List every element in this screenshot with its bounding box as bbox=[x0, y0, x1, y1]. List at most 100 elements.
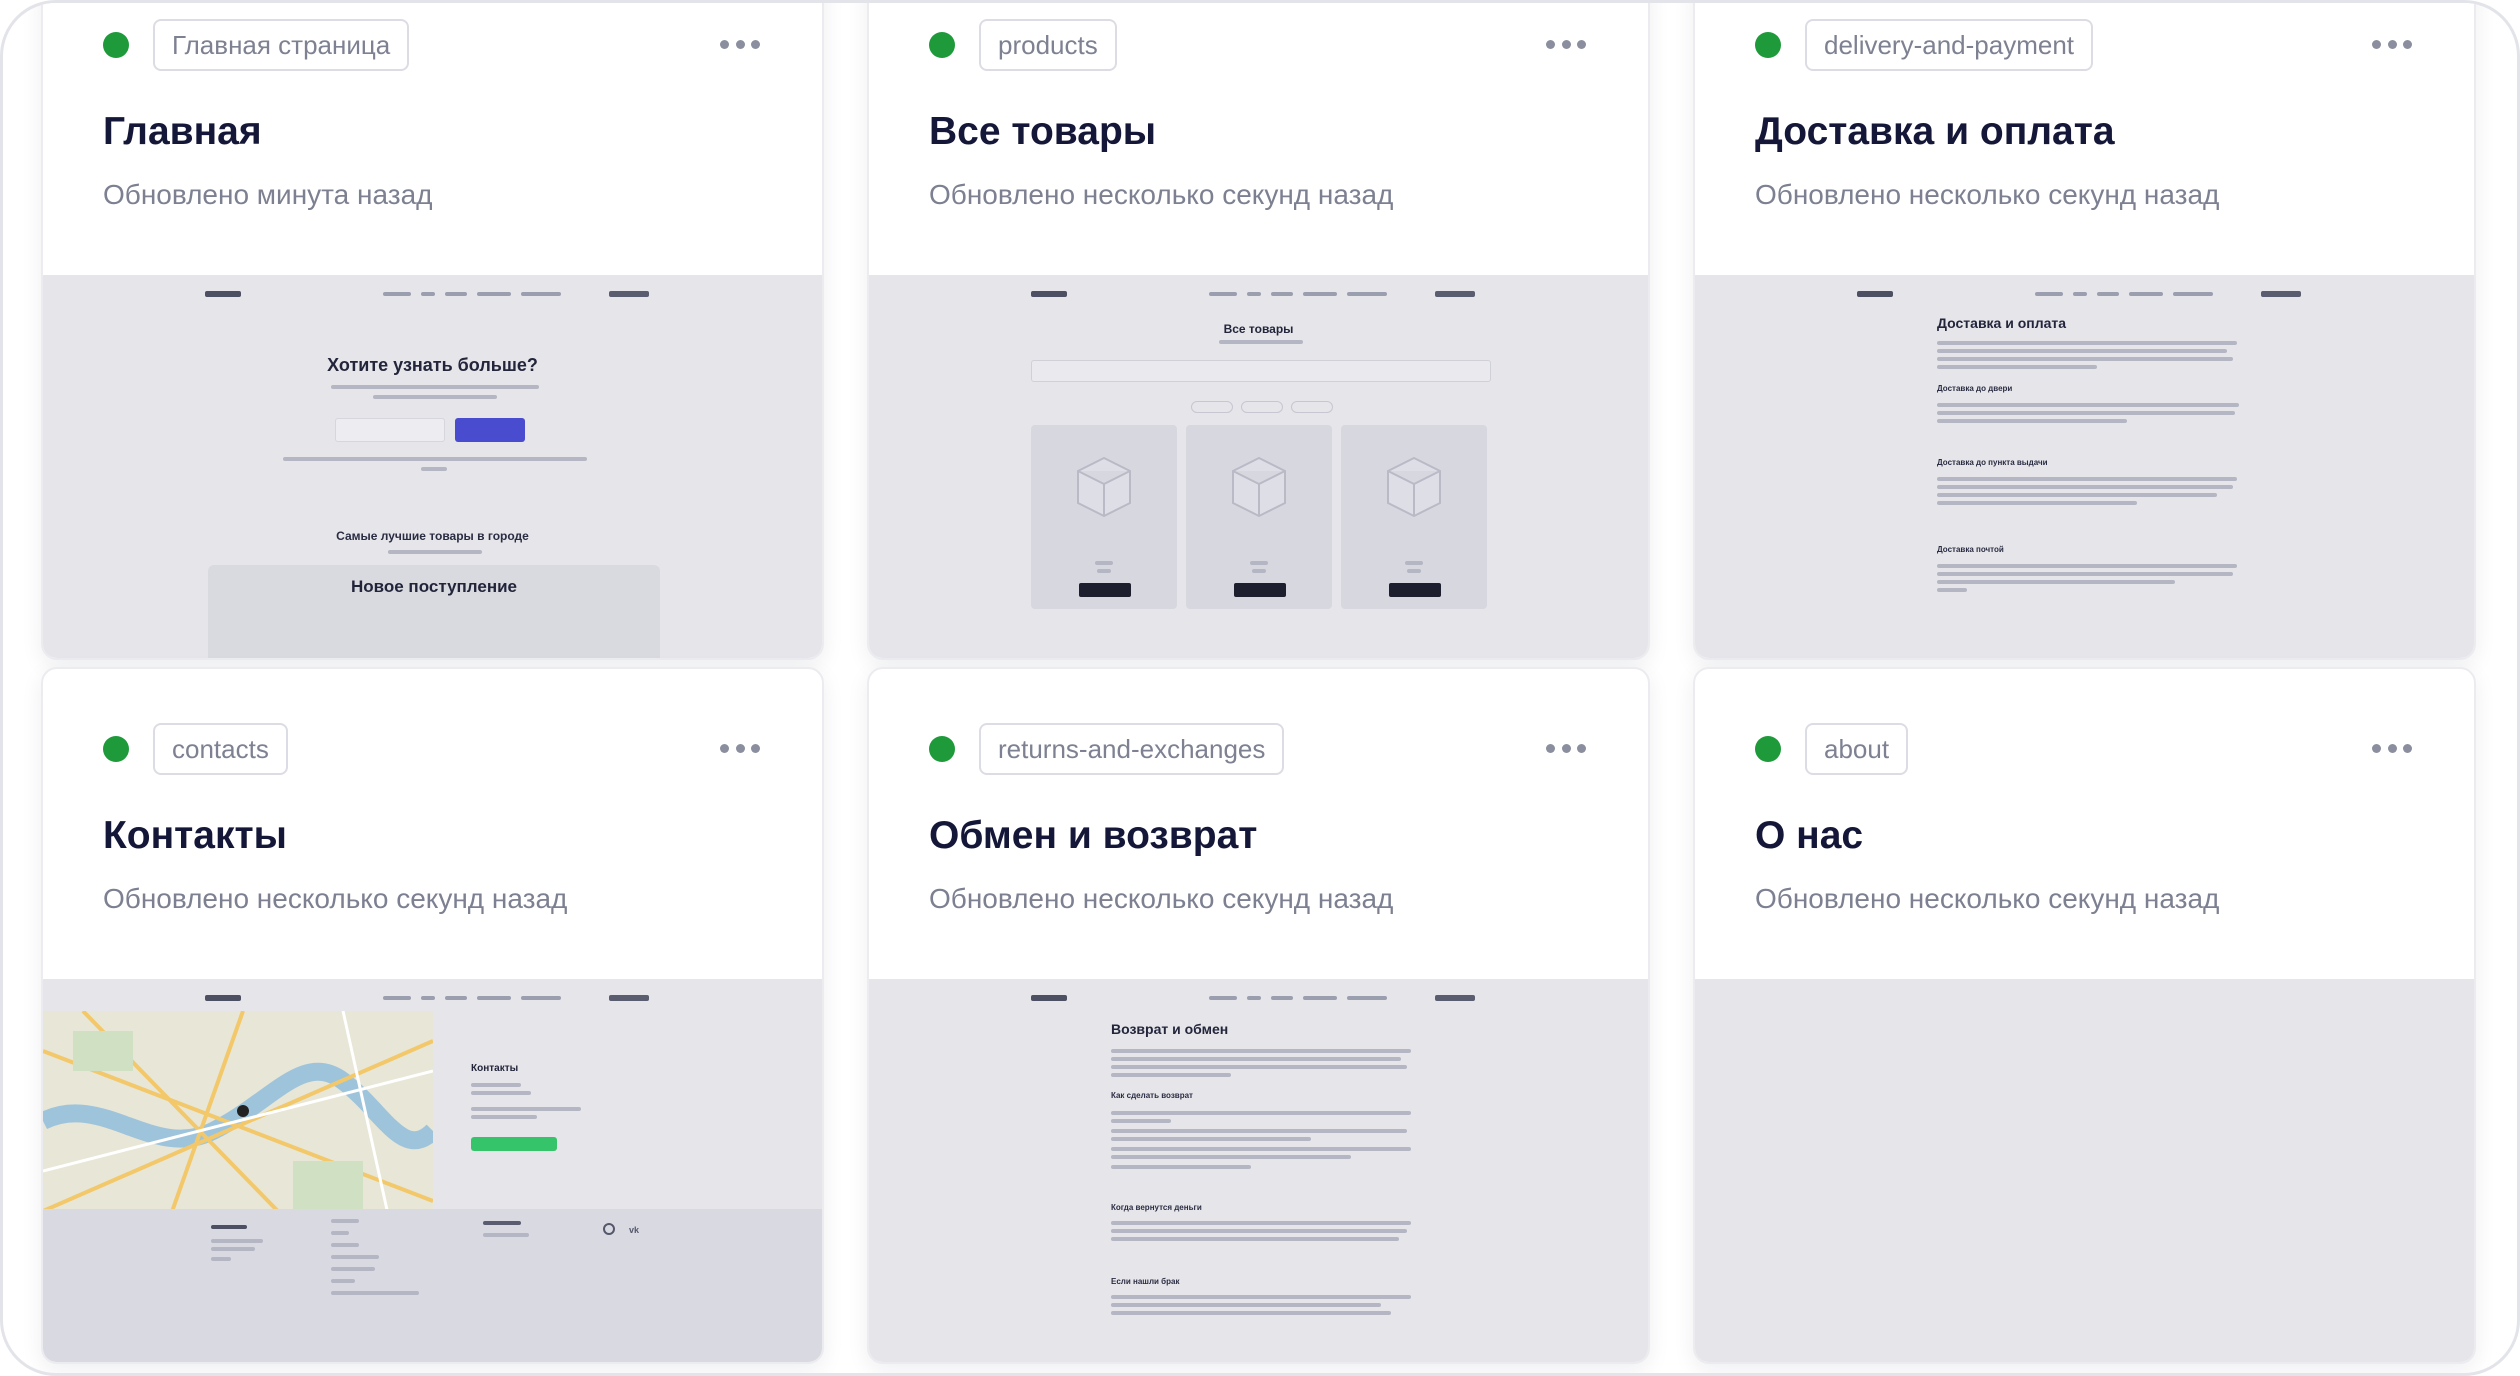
preview-logo bbox=[1031, 995, 1067, 1001]
preview-subheading: Доставка до пункта выдачи bbox=[1937, 458, 2048, 467]
preview-product-card bbox=[1031, 425, 1177, 609]
page-preview[interactable]: Хотите узнать больше? Самые лучшие товар… bbox=[43, 275, 822, 658]
preview-filter-chip bbox=[1291, 401, 1333, 413]
page-preview-empty[interactable] bbox=[1695, 979, 2474, 1362]
box-icon bbox=[1077, 456, 1131, 518]
preview-text-line bbox=[283, 457, 587, 461]
page-card-products[interactable]: products Все товары Обновлено несколько … bbox=[867, 3, 1650, 660]
preview-phone bbox=[2261, 291, 2301, 297]
more-dots-icon[interactable] bbox=[2372, 27, 2412, 61]
preview-headline: Хотите узнать больше? bbox=[327, 355, 538, 375]
preview-phone bbox=[1435, 995, 1475, 1001]
box-icon bbox=[1387, 456, 1441, 518]
preview-nav bbox=[1209, 292, 1387, 296]
page-preview[interactable]: Все товары bbox=[869, 275, 1648, 658]
card-header: returns-and-exchanges Обмен и возврат Об… bbox=[869, 669, 1648, 979]
preview-subheading: Доставка почтой bbox=[1937, 545, 2004, 554]
page-title: Доставка и оплата bbox=[1755, 110, 2115, 153]
card-header: delivery-and-payment Доставка и оплата О… bbox=[1695, 3, 2474, 275]
preview-nav bbox=[383, 996, 561, 1000]
preview-phone bbox=[609, 995, 649, 1001]
preview-headline: Контакты bbox=[471, 1063, 519, 1074]
page-title: Обмен и возврат bbox=[929, 814, 1258, 857]
page-card-about[interactable]: about О нас Обновлено несколько секунд н… bbox=[1693, 667, 2476, 1364]
status-dot-icon bbox=[1755, 32, 1781, 58]
preview-subheading: Как сделать возврат bbox=[1111, 1091, 1193, 1100]
page-preview[interactable]: Контакты vk bbox=[43, 979, 822, 1362]
preview-headline: Возврат и обмен bbox=[1111, 1021, 1229, 1037]
card-header: contacts Контакты Обновлено несколько се… bbox=[43, 669, 822, 979]
page-title: Главная bbox=[103, 110, 262, 153]
more-dots-icon[interactable] bbox=[720, 27, 760, 61]
preview-section-title: Самые лучшие товары в городе bbox=[336, 529, 529, 543]
card-header: products Все товары Обновлено несколько … bbox=[869, 3, 1648, 275]
preview-text-line bbox=[373, 395, 497, 399]
card-header: about О нас Обновлено несколько секунд н… bbox=[1695, 669, 2474, 979]
page-title: Контакты bbox=[103, 814, 287, 857]
preview-product-card bbox=[1341, 425, 1487, 609]
preview-text-line bbox=[331, 385, 539, 389]
updated-time: Обновлено минута назад bbox=[103, 179, 433, 210]
vk-icon: vk bbox=[629, 1225, 640, 1235]
status-dot-icon bbox=[103, 32, 129, 58]
preview-nav bbox=[2035, 292, 2213, 296]
page-slug: Главная страница bbox=[153, 19, 410, 71]
preview-banner-text: Новое поступление bbox=[350, 577, 517, 596]
page-slug: contacts bbox=[153, 723, 288, 775]
preview-phone bbox=[1435, 291, 1475, 297]
page-title: Все товары bbox=[929, 110, 1157, 153]
status-dot-icon bbox=[929, 32, 955, 58]
page-frame: Главная страница Главная Обновлено минут… bbox=[0, 0, 2520, 1376]
preview-logo bbox=[205, 291, 241, 297]
page-title: О нас bbox=[1755, 814, 1864, 857]
more-dots-icon[interactable] bbox=[1546, 731, 1586, 765]
preview-logo bbox=[205, 995, 241, 1001]
page-preview[interactable]: Доставка и оплата Доставка до двери Дост… bbox=[1695, 275, 2474, 658]
preview-subheading: Если нашли брак bbox=[1111, 1277, 1180, 1286]
preview-filter-chip bbox=[1241, 401, 1283, 413]
page-preview[interactable]: Возврат и обмен Как сделать возврат Когд… bbox=[869, 979, 1648, 1362]
updated-time: Обновлено несколько секунд назад bbox=[103, 883, 568, 914]
preview-phone bbox=[609, 291, 649, 297]
status-dot-icon bbox=[929, 736, 955, 762]
more-dots-icon[interactable] bbox=[720, 731, 760, 765]
page-slug: about bbox=[1805, 723, 1909, 775]
preview-nav bbox=[1209, 996, 1387, 1000]
page-card-delivery[interactable]: delivery-and-payment Доставка и оплата О… bbox=[1693, 3, 2476, 660]
preview-product-card bbox=[1186, 425, 1332, 609]
status-dot-icon bbox=[103, 736, 129, 762]
box-icon bbox=[1232, 456, 1286, 518]
page-slug: products bbox=[979, 19, 1117, 71]
card-header: Главная страница Главная Обновлено минут… bbox=[43, 3, 822, 275]
status-dot-icon bbox=[1755, 736, 1781, 762]
page-slug: delivery-and-payment bbox=[1805, 19, 2094, 71]
more-dots-icon[interactable] bbox=[2372, 731, 2412, 765]
page-card-returns[interactable]: returns-and-exchanges Обмен и возврат Об… bbox=[867, 667, 1650, 1364]
preview-footer: vk bbox=[43, 1209, 822, 1362]
more-dots-icon[interactable] bbox=[1546, 27, 1586, 61]
preview-banner: Новое поступление bbox=[208, 565, 660, 658]
preview-headline: Все товары bbox=[1223, 322, 1294, 336]
preview-logo bbox=[1031, 291, 1067, 297]
page-card-contacts[interactable]: contacts Контакты Обновлено несколько се… bbox=[41, 667, 824, 1364]
preview-subscribe-button bbox=[455, 418, 525, 442]
updated-time: Обновлено несколько секунд назад bbox=[929, 883, 1394, 914]
preview-logo bbox=[1857, 291, 1893, 297]
preview-headline: Доставка и оплата bbox=[1937, 315, 2067, 331]
preview-map bbox=[43, 1011, 433, 1237]
page-card-home[interactable]: Главная страница Главная Обновлено минут… bbox=[41, 3, 824, 660]
updated-time: Обновлено несколько секунд назад bbox=[929, 179, 1394, 210]
preview-subheading: Когда вернутся деньги bbox=[1111, 1203, 1202, 1212]
updated-time: Обновлено несколько секунд назад bbox=[1755, 179, 2220, 210]
preview-nav bbox=[383, 292, 561, 296]
preview-search bbox=[1031, 360, 1491, 382]
preview-text-line bbox=[388, 550, 482, 554]
preview-text-line bbox=[1219, 340, 1303, 344]
whatsapp-icon bbox=[603, 1223, 615, 1235]
preview-subheading: Доставка до двери bbox=[1937, 384, 2013, 393]
preview-text-line bbox=[421, 467, 447, 471]
page-slug: returns-and-exchanges bbox=[979, 723, 1285, 775]
preview-whatsapp-button bbox=[471, 1137, 557, 1151]
updated-time: Обновлено несколько секунд назад bbox=[1755, 883, 2220, 914]
preview-email-input bbox=[335, 418, 445, 442]
